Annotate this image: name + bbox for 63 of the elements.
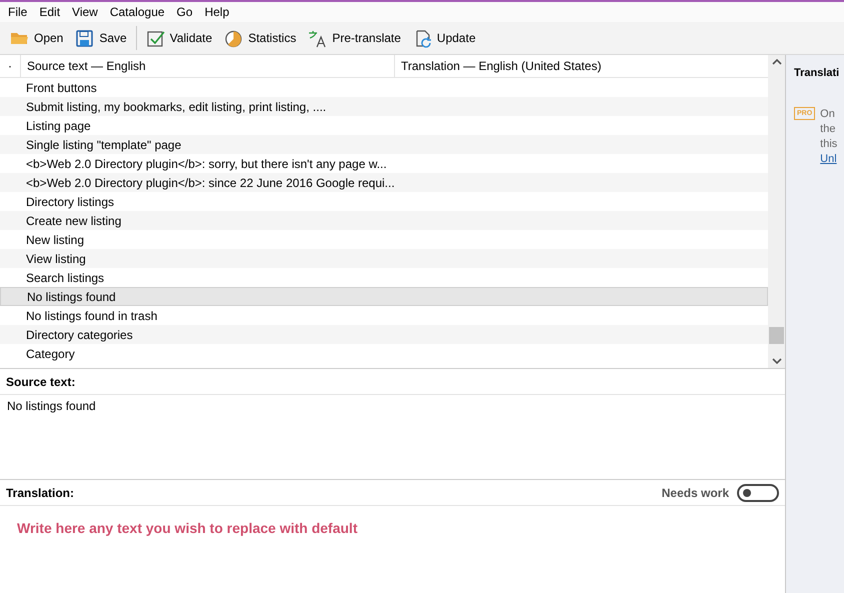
menu-item[interactable]: View (66, 5, 104, 19)
table-cell-text: <b>Web 2.0 Directory plugin</b>: since 22 June 2016 Google requi... (25, 176, 395, 190)
side-panel-title: Translati (794, 67, 840, 79)
menu-item[interactable]: Help (198, 5, 236, 19)
needs-work-toggle[interactable] (737, 484, 779, 502)
table-row[interactable]: Listing page (0, 116, 768, 135)
table-cell-text: Front buttons (25, 80, 97, 94)
translation-heading: Translation: (6, 486, 74, 500)
table-row[interactable]: Create new listing (0, 211, 768, 230)
scrollbar-thumb[interactable] (769, 327, 784, 344)
toolbar-button[interactable]: Pre-translate (302, 24, 407, 52)
menu-item[interactable]: Go (170, 5, 199, 19)
table-row[interactable]: Search listings (0, 268, 768, 287)
table-cell-text: Category (25, 346, 75, 360)
table-row[interactable]: Directory listings (0, 192, 768, 211)
source-text: No listings found (7, 399, 96, 413)
column-header[interactable]: Translation — English (United States) (395, 55, 768, 77)
side-panel-text: the (820, 122, 836, 137)
table-row[interactable]: Submit listing, my bookmarks, edit listing, print listing, .... (0, 97, 768, 116)
table-cell-text: No listings found in trash (25, 308, 158, 322)
column-header[interactable]: · (0, 55, 21, 77)
save-icon (75, 28, 94, 48)
toolbar-button[interactable]: Update (406, 24, 482, 52)
table-row[interactable]: View listing (0, 249, 768, 268)
table-cell-text: No listings found (26, 290, 116, 304)
checkbox-icon (146, 28, 165, 48)
toolbar-button[interactable]: Statistics (218, 24, 302, 52)
scrollbar[interactable] (768, 55, 785, 368)
menu-item[interactable]: Catalogue (104, 5, 171, 19)
table-row[interactable]: Directory categories (0, 325, 768, 344)
table-row[interactable]: Single listing "template" page (0, 135, 768, 154)
table-row[interactable]: Front buttons (0, 78, 768, 97)
table-cell-text: New listing (25, 232, 84, 246)
translate-icon (308, 28, 328, 48)
table-cell-text: Single listing "template" page (25, 138, 182, 152)
table-cell-text: <b>Web 2.0 Directory plugin</b>: sorry, but there isn't any page w... (25, 156, 387, 170)
menu-item[interactable]: Edit (33, 5, 66, 19)
source-text-heading: Source text: (6, 374, 76, 388)
scroll-up-icon[interactable] (772, 59, 782, 65)
table-row[interactable]: No listings found (0, 287, 768, 306)
side-panel-text: On (820, 107, 836, 122)
table-cell-text: Directory categories (25, 328, 133, 342)
toolbar-button[interactable]: Validate (140, 24, 218, 52)
toolbar-button[interactable]: Save (69, 24, 133, 52)
toolbar-button[interactable]: Open (4, 24, 70, 52)
scroll-down-icon[interactable] (772, 358, 782, 364)
pie-chart-icon (224, 28, 244, 48)
table-cell-text: View listing (25, 252, 86, 266)
table-cell-text: Create new listing (25, 214, 122, 228)
table-cell-text: Search listings (25, 270, 104, 284)
table-cell-text: Submit listing, my bookmarks, edit listing, print listing, .... (25, 100, 326, 114)
side-panel-text: this (820, 137, 838, 152)
table-row[interactable]: <b>Web 2.0 Directory plugin</b>: since 22 June 2016 Google requi... (0, 173, 768, 192)
table-cell-text: Directory listings (25, 194, 114, 208)
table-row[interactable]: <b>Web 2.0 Directory plugin</b>: sorry, but there isn't any page w... (0, 154, 768, 173)
table-row[interactable]: No listings found in trash (0, 306, 768, 325)
upgrade-link[interactable]: Unl (820, 152, 838, 167)
needs-work-label: Needs work (662, 486, 729, 500)
table-cell-text: Listing page (25, 118, 91, 132)
table-row[interactable]: New listing (0, 230, 768, 249)
menu-item[interactable]: File (2, 5, 34, 19)
column-header[interactable]: Source text — English (21, 55, 395, 77)
table-row[interactable]: Category (0, 344, 768, 363)
